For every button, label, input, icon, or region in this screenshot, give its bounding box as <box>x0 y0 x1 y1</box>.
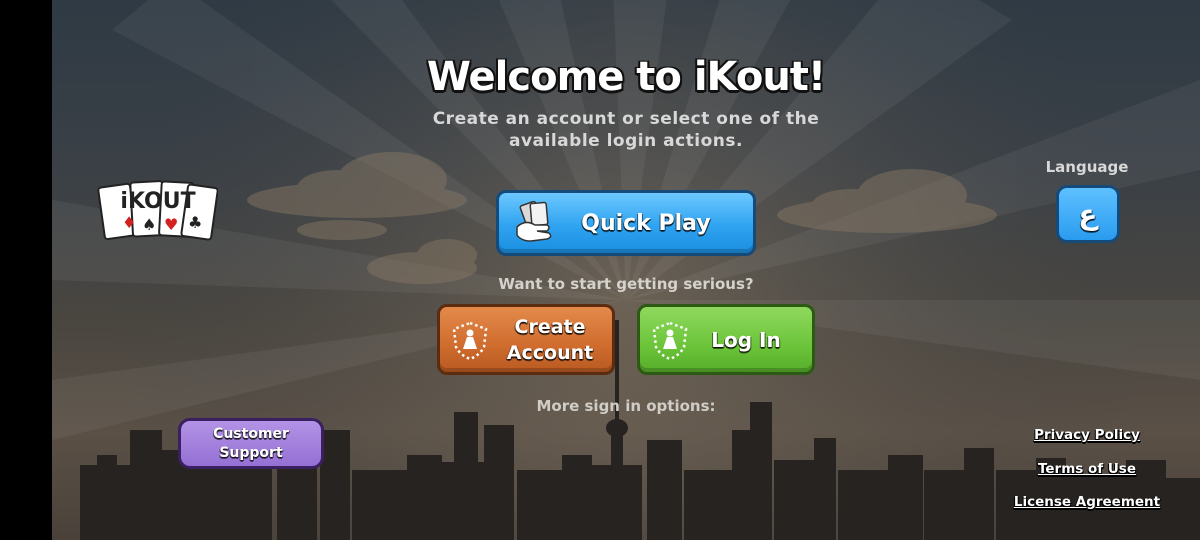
serious-prompt: Want to start getting serious? <box>498 275 754 293</box>
language-glyph: ع <box>1078 197 1098 231</box>
svg-text:♠: ♠ <box>142 215 156 234</box>
login-scene: iKOUT ♦ ♠ ♥ ♣ Welcome to iKout! Create a… <box>52 0 1200 540</box>
language-button[interactable]: ع <box>1056 185 1120 243</box>
language-label: Language <box>1045 158 1129 176</box>
ikout-logo: iKOUT ♦ ♠ ♥ ♣ <box>97 180 218 241</box>
create-account-label: Create Account <box>506 315 594 364</box>
customer-support-label: Customer Support <box>213 425 289 461</box>
pawn-shield-icon <box>452 321 488 361</box>
quick-play-button[interactable]: Quick Play <box>496 190 756 256</box>
terms-of-use-link[interactable]: Terms of Use <box>1022 461 1152 477</box>
logo-text: iKOUT <box>120 189 195 214</box>
quick-play-label: Quick Play <box>581 210 711 236</box>
game-screen: iKOUT ♦ ♠ ♥ ♣ Welcome to iKout! Create a… <box>0 0 1200 540</box>
page-subtitle: Create an account or select one of the a… <box>432 109 820 151</box>
svg-text:♦: ♦ <box>122 213 136 232</box>
svg-text:♥: ♥ <box>164 215 178 234</box>
log-in-label: Log In <box>711 327 781 352</box>
svg-text:♣: ♣ <box>188 213 202 232</box>
log-in-button[interactable]: Log In <box>637 304 815 375</box>
create-account-button[interactable]: Create Account <box>437 304 615 375</box>
customer-support-button[interactable]: Customer Support <box>178 418 324 469</box>
left-black-bar <box>0 0 52 540</box>
privacy-policy-link[interactable]: Privacy Policy <box>1022 427 1152 443</box>
pawn-shield-icon <box>652 321 688 361</box>
cards-hand-icon <box>516 201 552 242</box>
more-sign-in-options-label: More sign in options: <box>536 397 716 415</box>
page-title: Welcome to iKout! <box>426 54 826 100</box>
license-agreement-link[interactable]: License Agreement <box>1002 494 1172 510</box>
